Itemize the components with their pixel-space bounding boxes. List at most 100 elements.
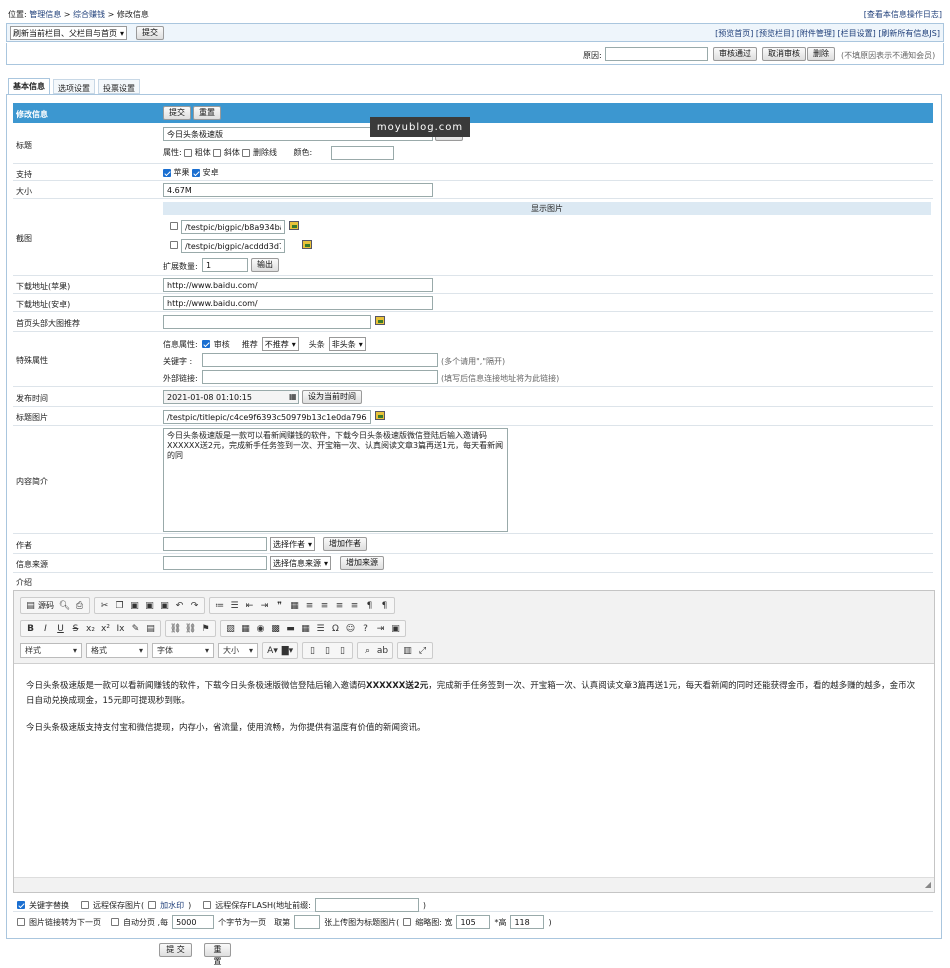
view-log-link[interactable]: [查看本信息操作日志] — [864, 9, 942, 20]
recommend-select[interactable]: 不推荐 ▾ — [261, 337, 299, 351]
replace-icon[interactable]: ab — [375, 643, 390, 658]
tab-options[interactable]: 选项设置 — [53, 79, 95, 94]
approve-button[interactable]: 审核通过 — [713, 47, 757, 61]
auto-page-checkbox[interactable] — [111, 918, 119, 926]
resize-handle-icon[interactable]: ◢ — [925, 880, 931, 889]
paste-word-icon[interactable]: ▣ — [157, 598, 172, 613]
underline-icon[interactable]: U — [53, 621, 68, 636]
download-apple-input[interactable] — [163, 278, 433, 292]
thumb-width-input[interactable] — [456, 915, 491, 929]
superscript-icon[interactable]: x² — [98, 621, 113, 636]
unlink-icon[interactable]: ⛓ — [183, 621, 198, 636]
reset-button[interactable]: 重置 — [204, 943, 231, 966]
find-icon[interactable]: ⌕ — [360, 643, 375, 658]
keyword-input[interactable] — [202, 353, 438, 367]
banner-input[interactable] — [163, 315, 371, 329]
paste-icon[interactable]: ▣ — [127, 598, 142, 613]
size-combo[interactable]: 大小 ▾ — [218, 643, 258, 658]
print-icon[interactable]: ⎙ — [72, 598, 87, 613]
author-input[interactable] — [163, 537, 267, 551]
bold-checkbox[interactable] — [184, 148, 193, 157]
delete-button[interactable]: 删除 — [807, 47, 835, 61]
cut-icon[interactable]: ✂ — [97, 598, 112, 613]
author-select[interactable]: 选择作者 ▾ — [270, 537, 316, 551]
header-submit-button[interactable]: 提交 — [163, 106, 191, 120]
set-now-button[interactable]: 设为当前时间 — [302, 390, 362, 404]
align-left-icon[interactable]: ≡ — [302, 598, 317, 613]
align-right-icon[interactable]: ≡ — [332, 598, 347, 613]
keyword-replace-checkbox[interactable] — [17, 901, 25, 909]
media-icon[interactable]: ▦ — [238, 621, 253, 636]
thumb-height-input[interactable] — [510, 915, 545, 929]
flash-prefix-input[interactable] — [314, 898, 419, 912]
column-settings-link[interactable]: [栏目设置] — [838, 29, 876, 38]
redo-icon[interactable]: ↷ — [187, 598, 202, 613]
breadcrumb-category[interactable]: 综合赚钱 — [73, 10, 105, 19]
attachment-icon[interactable]: ▩ — [268, 621, 283, 636]
source-select[interactable]: 选择信息来源 ▾ — [270, 556, 332, 570]
refresh-submit-button[interactable]: 提交 — [136, 26, 164, 40]
show-blocks-icon[interactable]: ▥ — [400, 643, 415, 658]
header-reset-button[interactable]: 重置 — [193, 106, 221, 120]
attachments-link[interactable]: [附件管理] — [797, 29, 835, 38]
preview-home-link[interactable]: [预览首页] — [715, 29, 753, 38]
undo-icon[interactable]: ↶ — [172, 598, 187, 613]
iframe-icon[interactable]: ▣ — [388, 621, 403, 636]
img1-input[interactable] — [181, 220, 285, 234]
watermark-link[interactable]: 加水印 — [160, 900, 184, 911]
source-button[interactable]: 源码 — [38, 600, 54, 611]
image-icon[interactable]: ▨ — [223, 621, 238, 636]
bold-icon[interactable]: B — [23, 621, 38, 636]
cancel-approve-button[interactable]: 取消审核 — [762, 47, 806, 61]
text-color-icon[interactable]: A▾ — [265, 643, 280, 658]
android-checkbox[interactable] — [192, 168, 201, 177]
image-select-icon[interactable] — [289, 221, 299, 230]
expand-count-input[interactable] — [202, 258, 248, 272]
thumbnail-checkbox[interactable] — [403, 918, 412, 926]
subscript-icon[interactable]: x₂ — [83, 621, 98, 636]
img2-checkbox[interactable] — [170, 241, 178, 249]
bg-color-icon[interactable]: ▇▾ — [280, 643, 295, 658]
clear-format-icon[interactable]: Ix — [113, 621, 128, 636]
style-combo[interactable]: 样式 ▾ — [20, 643, 82, 658]
source-input[interactable] — [163, 556, 267, 570]
image-select-icon[interactable] — [301, 240, 312, 249]
tab-basic[interactable]: 基本信息 — [8, 78, 50, 94]
hr-icon[interactable]: ☰ — [313, 621, 328, 636]
template-icon[interactable]: ▤ — [143, 621, 158, 636]
font-combo[interactable]: 字体 ▾ — [152, 643, 214, 658]
expand-output-button[interactable]: 输出 — [251, 258, 279, 272]
page-bytes-input[interactable] — [172, 915, 215, 929]
add-author-button[interactable]: 增加作者 — [323, 537, 367, 551]
outdent-icon[interactable]: ⇤ — [242, 598, 257, 613]
link-icon[interactable]: ⛓ — [168, 621, 183, 636]
fullscreen-icon[interactable]: ⤢ — [415, 643, 430, 658]
download-android-input[interactable] — [163, 296, 433, 310]
preview-icon[interactable]: 🔍︎ — [57, 598, 72, 613]
folder-icon[interactable]: ▬ — [283, 621, 298, 636]
reason-input[interactable] — [605, 47, 708, 61]
color-input[interactable] — [331, 146, 394, 160]
copy-icon[interactable]: ❐ — [112, 598, 127, 613]
italic-icon[interactable]: I — [38, 621, 53, 636]
strike-checkbox[interactable] — [242, 148, 251, 157]
remote-flash-checkbox[interactable] — [203, 901, 212, 909]
calendar-icon[interactable]: ▦ — [289, 392, 297, 401]
blockquote-icon[interactable]: ❞ — [272, 598, 287, 613]
titlepic-input[interactable] — [163, 410, 371, 424]
page-break-icon[interactable]: ⇥ — [373, 621, 388, 636]
submit-button[interactable]: 提 交 — [159, 943, 192, 957]
justify-icon[interactable]: ≡ — [347, 598, 362, 613]
align-center-icon[interactable]: ≡ — [317, 598, 332, 613]
watermark-checkbox[interactable] — [148, 901, 157, 909]
size-input[interactable] — [163, 183, 433, 197]
paste-text-icon[interactable]: ▣ — [142, 598, 157, 613]
refresh-select[interactable]: 刷新当前栏目、父栏目与首页 ▾ — [10, 26, 128, 40]
strike-icon[interactable]: S — [68, 621, 83, 636]
external-link-input[interactable] — [202, 370, 438, 384]
rtl-icon[interactable]: ¶ — [377, 598, 392, 613]
preview-column-link[interactable]: [预览栏目] — [756, 29, 794, 38]
indent-icon[interactable]: ⇥ — [257, 598, 272, 613]
format-painter-icon[interactable]: ✎ — [128, 621, 143, 636]
pubtime-input[interactable] — [163, 390, 299, 404]
